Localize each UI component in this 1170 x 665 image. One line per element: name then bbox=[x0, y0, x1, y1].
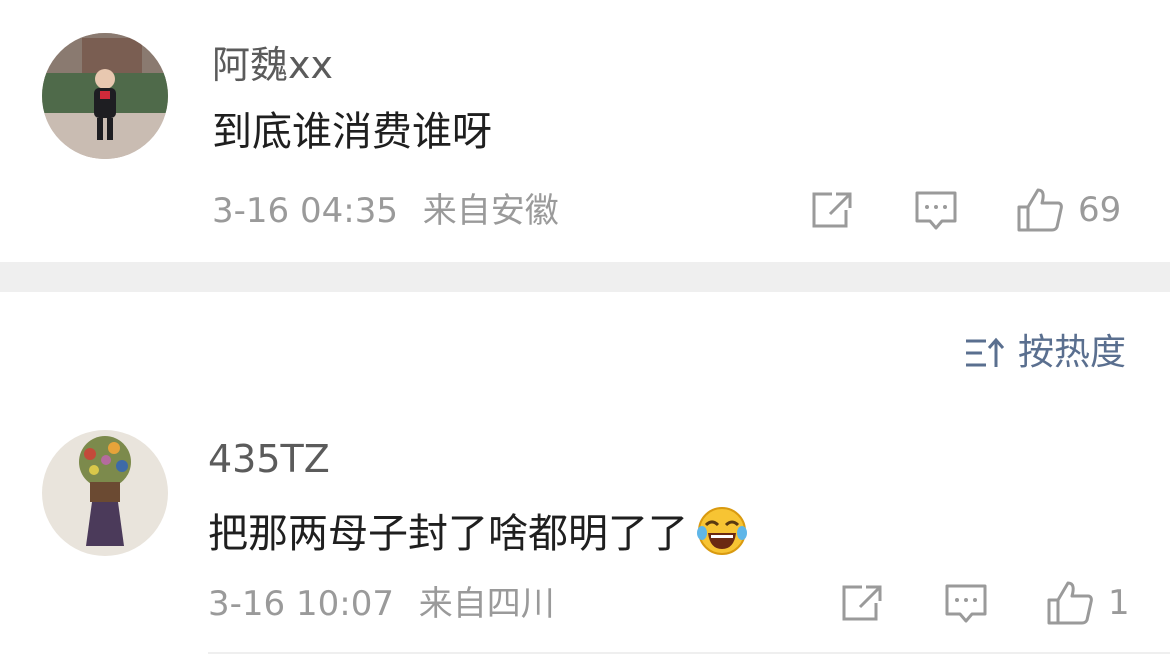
comment-date: 3-16 10:07 bbox=[208, 584, 394, 624]
avatar[interactable] bbox=[42, 430, 168, 556]
sort-label: 按热度 bbox=[1017, 332, 1126, 373]
share-icon bbox=[812, 192, 852, 228]
like-count: 69 bbox=[1078, 190, 1122, 230]
comment-date: 3-16 04:35 bbox=[212, 191, 398, 231]
comment-location: 来自四川 bbox=[418, 584, 555, 624]
list-divider bbox=[208, 652, 1170, 654]
comment-text: 把那两母子封了啥都明了了 bbox=[208, 505, 748, 564]
sort-by-hot-button[interactable]: 按热度 bbox=[964, 335, 1126, 371]
comment-location: 来自安徽 bbox=[422, 191, 559, 231]
comment-meta: 3-16 04:35 来自安徽 bbox=[212, 194, 559, 228]
comment-icon bbox=[915, 191, 957, 230]
like-count: 1 bbox=[1108, 583, 1130, 623]
flower-bouquet-avatar-icon bbox=[42, 430, 168, 556]
avatar[interactable] bbox=[42, 33, 168, 159]
share-button[interactable] bbox=[810, 190, 854, 230]
thumbs-up-icon bbox=[1017, 188, 1063, 232]
comment-text: 到底谁消费谁呀 bbox=[212, 109, 492, 155]
like-button[interactable]: 1 bbox=[1046, 580, 1130, 626]
sort-icon bbox=[965, 337, 1004, 367]
share-icon bbox=[842, 585, 882, 621]
comment-text-body: 把那两母子封了啥都明了了 bbox=[208, 511, 688, 557]
username[interactable]: 阿魏xx bbox=[212, 46, 333, 84]
comment-icon bbox=[945, 584, 987, 623]
reply-button[interactable] bbox=[914, 190, 958, 232]
reply-button[interactable] bbox=[944, 583, 988, 625]
share-button[interactable] bbox=[840, 583, 884, 623]
like-button[interactable]: 69 bbox=[1016, 187, 1121, 233]
thumbs-up-icon bbox=[1047, 581, 1093, 625]
comment-meta: 3-16 10:07 来自四川 bbox=[208, 587, 555, 621]
section-divider bbox=[0, 262, 1170, 292]
laughing-tears-emoji-icon bbox=[696, 505, 748, 564]
username[interactable]: 435TZ bbox=[208, 440, 330, 478]
child-photo-avatar-icon bbox=[42, 33, 168, 159]
